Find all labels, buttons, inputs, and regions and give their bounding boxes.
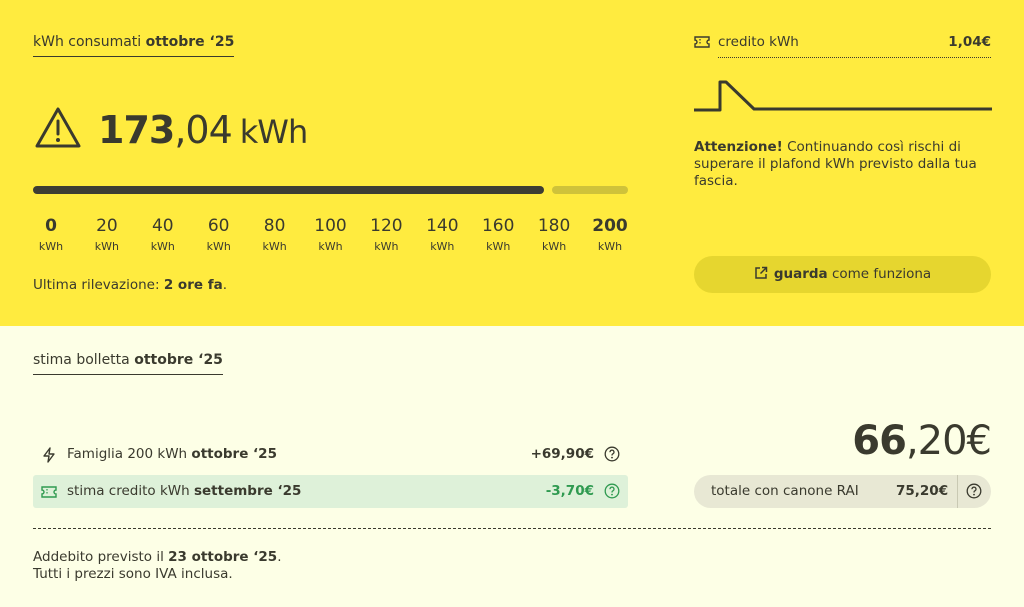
rai-total-label: totale con canone RAI xyxy=(711,483,859,499)
scale-tick-unit: kWh xyxy=(430,240,455,253)
scale-tick-value: 20 xyxy=(96,216,118,236)
bill-item-plan: Famiglia 200 kWh ottobre ‘25 +69,90€ xyxy=(33,438,628,471)
consumed-kwh-dec: ,04 xyxy=(174,108,232,152)
last-reading-suffix: . xyxy=(222,277,227,293)
bill-item-plan-period: ottobre ‘25 xyxy=(191,446,277,462)
credit-kwh-label: credito kWh xyxy=(718,34,799,50)
bill-item-plan-amount: +69,90€ xyxy=(530,446,594,462)
scale-tick-value: 180 xyxy=(537,216,571,236)
bill-item-credit-amount: -3,70€ xyxy=(545,483,594,499)
vat-note: Tutti i prezzi sono IVA inclusa. xyxy=(33,566,233,582)
bill-total: 66,20€ xyxy=(852,418,992,464)
scale-tick: 120 kWh xyxy=(361,216,411,253)
scale-tick-value: 100 xyxy=(314,216,347,236)
consumption-progress-remaining xyxy=(552,186,628,194)
bill-item-credit-name: stima credito kWh xyxy=(67,483,190,499)
bolt-icon xyxy=(43,447,55,463)
how-it-works-button[interactable]: guarda come funziona xyxy=(694,256,991,293)
rai-total-value: 75,20€ xyxy=(896,483,949,499)
bill-total-dec: ,20€ xyxy=(905,418,992,464)
consumption-tab-title[interactable]: kWh consumati ottobre ‘25 xyxy=(33,34,235,57)
consumption-title-prefix: kWh consumati xyxy=(33,34,142,50)
rai-total-pill: totale con canone RAI 75,20€ xyxy=(694,475,991,508)
scale-tick: 140 kWh xyxy=(417,216,467,253)
rai-divider xyxy=(957,475,958,508)
scale-tick: 160 kWh xyxy=(473,216,523,253)
credit-kwh-value: 1,04€ xyxy=(948,34,991,50)
bill-tab-title[interactable]: stima bolletta ottobre ‘25 xyxy=(33,352,223,375)
consumption-title-period: ottobre ‘25 xyxy=(145,34,235,50)
help-icon[interactable] xyxy=(966,483,982,499)
scale-tick-unit: kWh xyxy=(374,240,399,253)
scale-tick-unit: kWh xyxy=(262,240,287,253)
scale-tick: 100 kWh xyxy=(306,216,356,253)
billing-date-suffix: . xyxy=(277,549,282,565)
scale-tick-value: 80 xyxy=(263,216,286,236)
scale-tick: 80 kWh xyxy=(250,216,300,253)
ticket-icon xyxy=(694,36,710,48)
scale-tick-value: 160 xyxy=(481,216,515,236)
scale-tick: 20 kWh xyxy=(82,216,132,253)
billing-date-value: 23 ottobre ‘25 xyxy=(168,549,278,565)
scale-tick-value: 120 xyxy=(370,216,403,236)
external-link-icon xyxy=(755,266,768,279)
scale-tick: 180 kWh xyxy=(529,216,579,253)
credit-divider xyxy=(718,57,991,58)
scale-tick-value: 40 xyxy=(151,216,174,236)
billing-date-prefix: Addebito previsto il xyxy=(33,549,164,565)
billing-date-line: Addebito previsto il 23 ottobre ‘25. xyxy=(33,549,282,566)
bill-divider xyxy=(33,528,991,529)
attention-message: Attenzione! Continuando così rischi di s… xyxy=(694,139,984,190)
scale-tick-unit: kWh xyxy=(206,240,231,253)
last-reading-prefix: Ultima rilevazione: xyxy=(33,277,160,293)
bill-item-plan-name: Famiglia 200 kWh xyxy=(67,446,188,462)
consumed-kwh-value: 173,04 kWh xyxy=(98,108,308,152)
credit-kwh-row: credito kWh 1,04€ xyxy=(694,34,991,58)
consumed-kwh-int: 173 xyxy=(98,108,175,152)
scale-tick-unit: kWh xyxy=(94,240,119,253)
scale-tick-unit: kWh xyxy=(150,240,175,253)
scale-tick: 200 kWh xyxy=(585,216,635,253)
scale-tick-value: 200 xyxy=(592,216,628,236)
consumed-kwh-unit: kWh xyxy=(239,113,308,151)
scale-tick-unit: kWh xyxy=(597,240,623,253)
scale-tick-value: 60 xyxy=(207,216,230,236)
bill-total-int: 66 xyxy=(852,418,907,464)
scale-tick-unit: kWh xyxy=(38,240,64,253)
ticket-icon xyxy=(41,486,57,498)
scale-tick: 60 kWh xyxy=(194,216,244,253)
bill-footer: Addebito previsto il 23 ottobre ‘25. Tut… xyxy=(33,549,282,583)
scale-tick-unit: kWh xyxy=(486,240,511,253)
bill-title-prefix: stima bolletta xyxy=(33,352,130,368)
bill-item-plan-label: Famiglia 200 kWh ottobre ‘25 xyxy=(67,446,277,462)
scale-tick-value: 0 xyxy=(45,216,57,236)
bill-item-credit-label: stima credito kWh settembre ‘25 xyxy=(67,483,301,499)
credit-trend-graph xyxy=(694,80,992,112)
scale-tick-unit: kWh xyxy=(318,240,343,253)
last-reading-value: 2 ore fa xyxy=(163,277,223,293)
help-icon[interactable] xyxy=(604,446,620,462)
warning-triangle-icon xyxy=(35,107,81,148)
scale-tick: 40 kWh xyxy=(138,216,188,253)
scale-tick-value: 140 xyxy=(426,216,459,236)
bill-item-credit: stima credito kWh settembre ‘25 -3,70€ xyxy=(33,475,628,508)
how-it-works-bold: guarda xyxy=(773,266,828,282)
scale-tick-unit: kWh xyxy=(541,240,567,253)
scale-tick: 0 kWh xyxy=(26,216,76,253)
bill-item-credit-period: settembre ‘25 xyxy=(193,483,302,499)
how-it-works-text: come funziona xyxy=(827,266,932,282)
consumption-progress-fill xyxy=(33,186,544,194)
bill-title-period: ottobre ‘25 xyxy=(134,352,223,368)
last-reading: Ultima rilevazione: 2 ore fa. xyxy=(33,277,227,293)
help-icon[interactable] xyxy=(604,483,620,499)
attention-bold: Attenzione! xyxy=(694,139,783,155)
